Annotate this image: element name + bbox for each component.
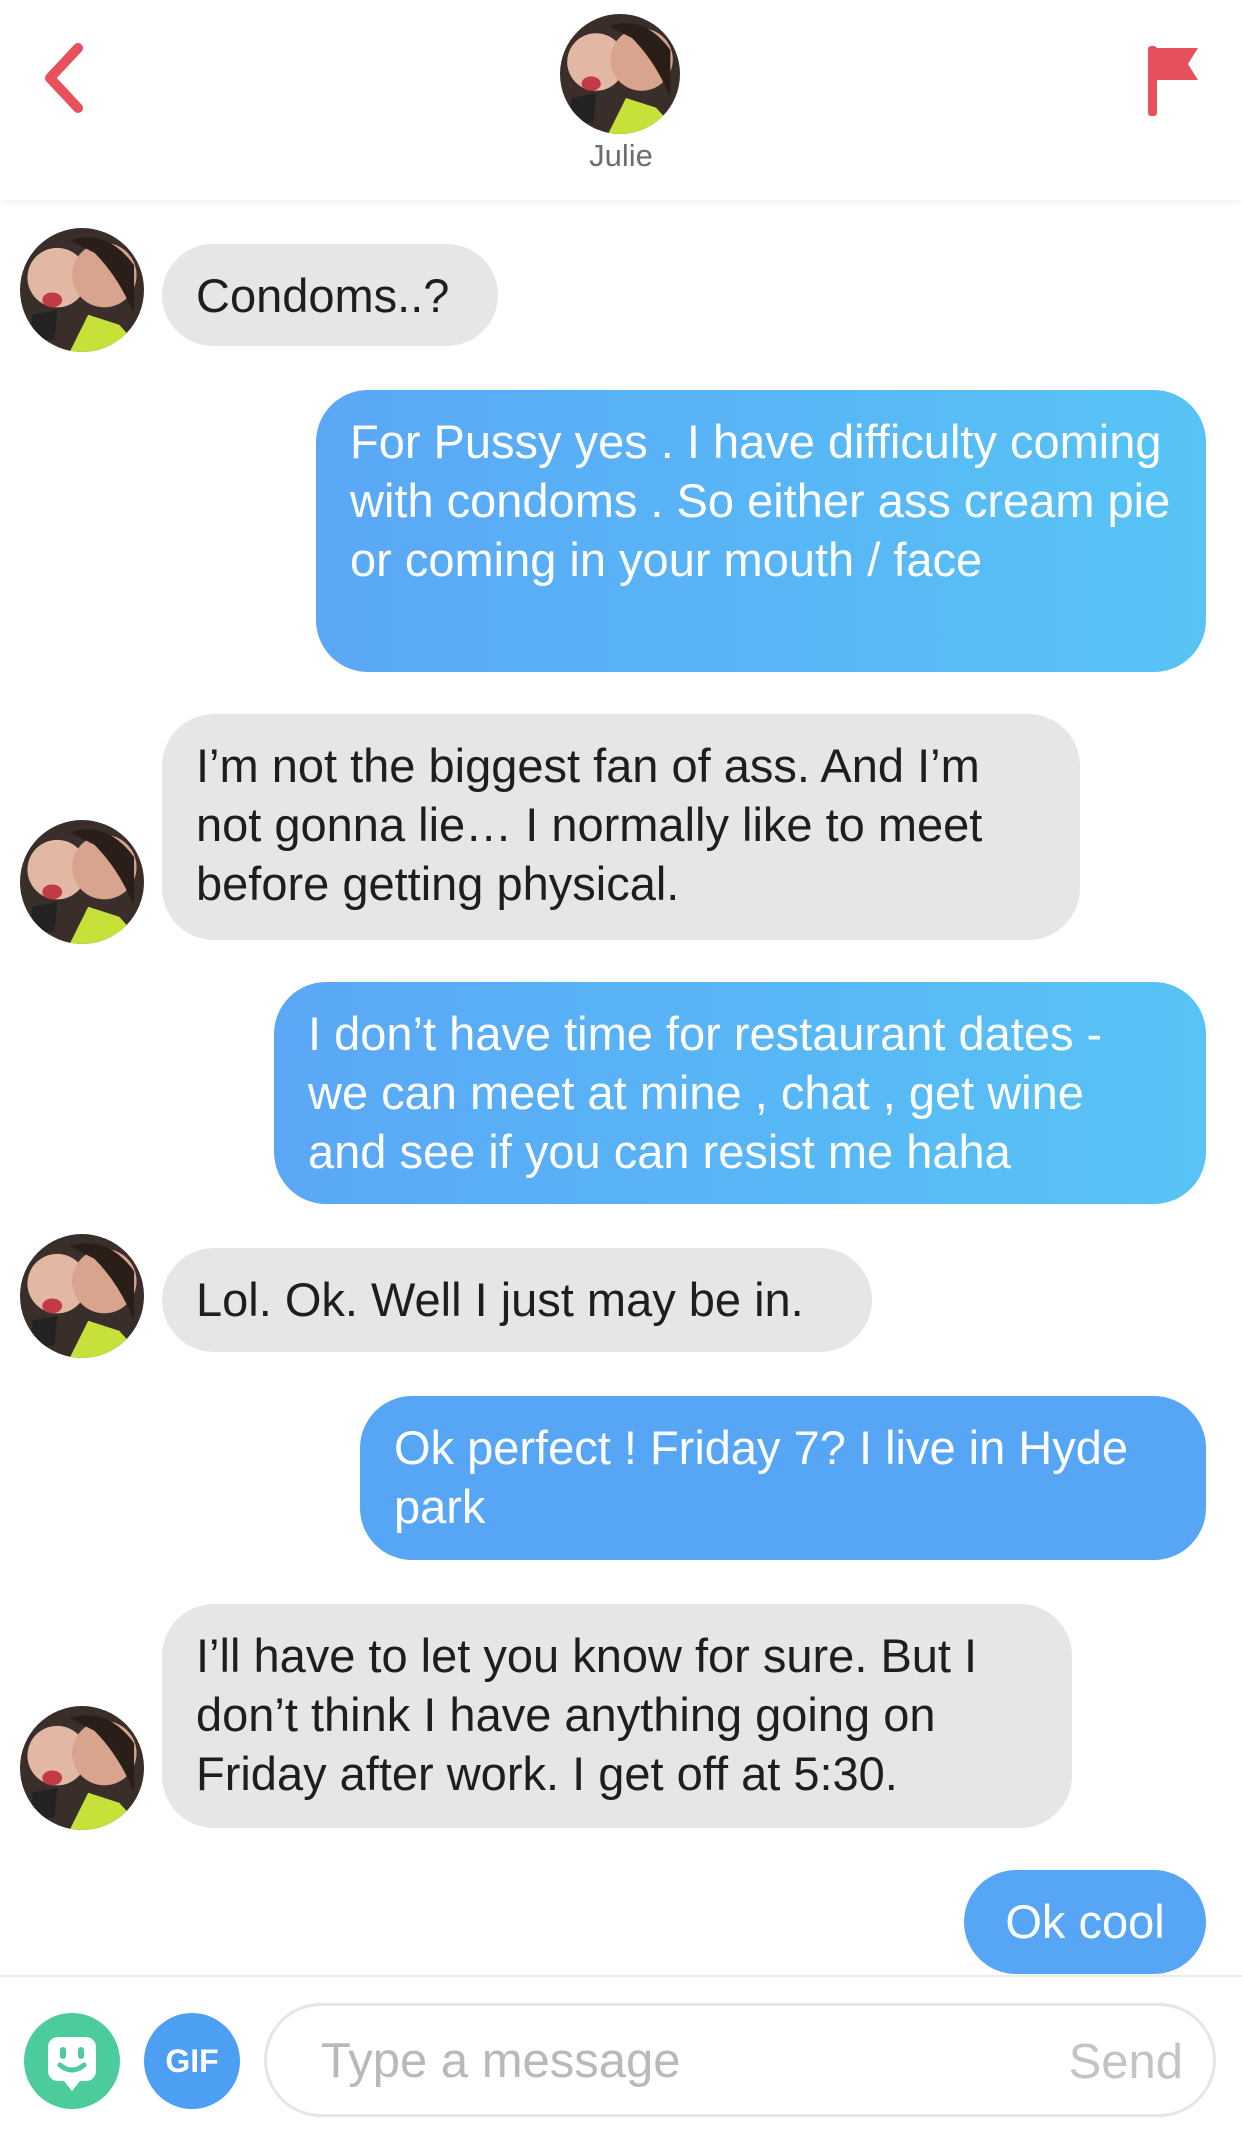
message-thread[interactable]: Condoms..? For Pussy yes . I have diffic… <box>0 200 1242 1975</box>
back-button[interactable] <box>38 38 98 118</box>
avatar-photo <box>20 820 144 944</box>
incoming-message: Lol. Ok. Well I just may be in. <box>162 1248 872 1352</box>
incoming-message: Condoms..? <box>162 244 498 346</box>
sender-avatar[interactable] <box>20 1234 144 1358</box>
sender-avatar[interactable] <box>20 1706 144 1830</box>
incoming-message: I’m not the biggest fan of ass. And I’m … <box>162 714 1080 940</box>
sticker-face-icon <box>48 2037 96 2091</box>
sender-avatar[interactable] <box>20 820 144 944</box>
gif-button[interactable]: GIF <box>144 2013 240 2109</box>
chevron-left-icon <box>45 43 83 113</box>
outgoing-message: Ok cool <box>964 1870 1206 1974</box>
incoming-message: I’ll have to let you know for sure. But … <box>162 1604 1072 1828</box>
sender-avatar[interactable] <box>20 228 144 352</box>
message-input-container[interactable]: Send <box>264 2003 1216 2117</box>
message-input[interactable] <box>319 2024 1023 2098</box>
contact-name: Julie <box>589 138 653 173</box>
message-composer: GIF Send <box>0 1975 1242 2141</box>
avatar-photo <box>20 228 144 352</box>
outgoing-message: Ok perfect ! Friday 7? I live in Hyde pa… <box>360 1396 1206 1560</box>
sticker-button[interactable] <box>24 2013 120 2109</box>
outgoing-message: For Pussy yes . I have difficulty coming… <box>316 390 1206 672</box>
send-button[interactable]: Send <box>1069 2032 1183 2092</box>
avatar-photo <box>20 1234 144 1358</box>
outgoing-message: I don’t have time for restaurant dates -… <box>274 982 1206 1204</box>
contact-avatar[interactable] <box>560 14 680 134</box>
chat-header: Julie <box>0 0 1242 200</box>
report-flag-button[interactable] <box>1140 40 1210 120</box>
avatar-photo <box>560 14 680 134</box>
flag-icon <box>1148 46 1198 116</box>
avatar-photo <box>20 1706 144 1830</box>
